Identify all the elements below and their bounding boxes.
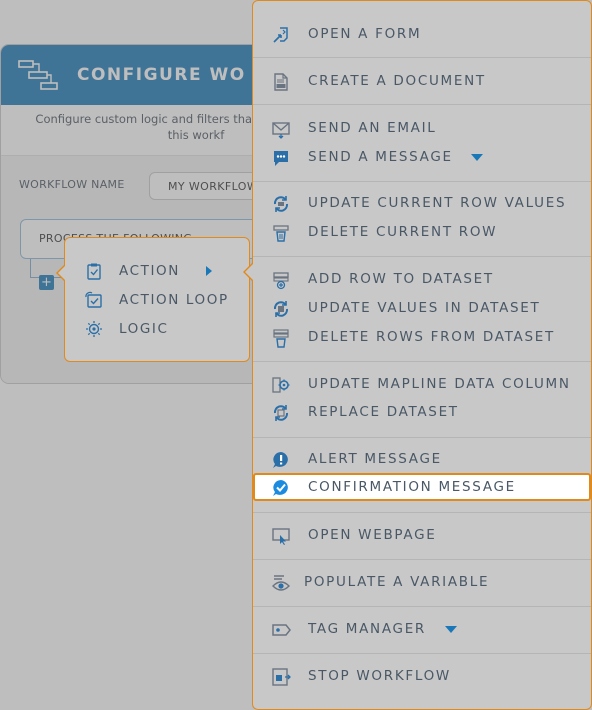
menu-item-delete-rows-from-dataset[interactable]: DELETE ROWS FROM DATASET [253, 324, 591, 350]
menu-divider [253, 181, 591, 182]
menu-divider [253, 653, 591, 654]
menu-item-open-a-form[interactable]: OPEN A FORM [253, 21, 591, 47]
form-icon [273, 27, 288, 43]
pdf-document-icon [274, 73, 288, 91]
menu-divider [253, 104, 591, 105]
add-row-icon [273, 272, 289, 290]
menu-item-label: CONFIRMATION MESSAGE [308, 479, 516, 495]
menu-item-replace-dataset[interactable]: REPLACE DATASET [253, 399, 591, 425]
delete-rows-icon [273, 329, 289, 348]
menu-item-update-mapline-data-column[interactable]: UPDATE MAPLINE DATA COLUMN [253, 371, 591, 397]
menu-divider [253, 361, 591, 362]
menu-item-send-a-message[interactable]: SEND A MESSAGE [253, 144, 591, 170]
add-step-popup: ACTION ACTION LOOP LOGIC [56, 237, 250, 362]
caret-right-icon [206, 266, 212, 276]
menu-item-label: OPEN A FORM [308, 26, 422, 42]
menu-item-delete-current-row[interactable]: DELETE CURRENT ROW [253, 219, 591, 245]
popup-item-label: LOGIC [119, 321, 169, 337]
menu-item-label: DELETE ROWS FROM DATASET [308, 329, 555, 345]
chevron-down-icon[interactable] [471, 154, 483, 161]
confirmation-icon [273, 480, 288, 496]
refresh-row-icon [273, 196, 289, 212]
chat-icon [274, 151, 288, 166]
column-gear-icon [272, 377, 290, 393]
delete-row-icon [273, 225, 289, 242]
replace-dataset-icon [273, 405, 289, 421]
menu-item-confirmation-message[interactable]: CONFIRMATION MESSAGE [253, 473, 591, 501]
stop-workflow-icon [272, 668, 291, 686]
menu-divider [253, 559, 591, 560]
action-menu: OPEN A FORM CREATE A DOCUMENT SEND AN EM… [243, 0, 592, 710]
menu-divider [253, 606, 591, 607]
refresh-dataset-icon [273, 301, 289, 317]
menu-item-label: POPULATE A VARIABLE [304, 574, 490, 590]
email-icon [272, 122, 290, 139]
menu-item-label: TAG MANAGER [308, 621, 426, 637]
menu-item-create-a-document[interactable]: CREATE A DOCUMENT [253, 68, 591, 94]
menu-item-label: SEND AN EMAIL [308, 120, 437, 136]
menu-divider [253, 256, 591, 257]
menu-divider [253, 57, 591, 58]
menu-item-label: DELETE CURRENT ROW [308, 224, 498, 240]
menu-item-label: UPDATE MAPLINE DATA COLUMN [308, 376, 571, 392]
menu-item-stop-workflow[interactable]: STOP WORKFLOW [253, 663, 591, 689]
menu-divider [253, 437, 591, 438]
tag-icon [272, 624, 291, 636]
clipboard-check-icon [87, 263, 101, 280]
webpage-icon [272, 528, 290, 545]
menu-item-add-row-to-dataset[interactable]: ADD ROW TO DATASET [253, 266, 591, 292]
menu-item-tag-manager[interactable]: TAG MANAGER [253, 616, 591, 642]
menu-item-label: ALERT MESSAGE [308, 451, 442, 467]
menu-item-label: OPEN WEBPAGE [308, 527, 437, 543]
menu-item-label: UPDATE CURRENT ROW VALUES [308, 195, 567, 211]
popup-item-label: ACTION [119, 263, 180, 279]
menu-divider [253, 512, 591, 513]
popup-item-logic[interactable]: LOGIC [85, 319, 169, 339]
menu-item-update-current-row-values[interactable]: UPDATE CURRENT ROW VALUES [253, 190, 591, 216]
menu-item-send-an-email[interactable]: SEND AN EMAIL [253, 115, 591, 141]
variable-eye-icon [272, 575, 290, 591]
menu-item-label: SEND A MESSAGE [308, 149, 453, 165]
menu-item-open-webpage[interactable]: OPEN WEBPAGE [253, 522, 591, 548]
menu-item-populate-a-variable[interactable]: POPULATE A VARIABLE [253, 569, 591, 595]
menu-item-label: STOP WORKFLOW [308, 668, 451, 684]
menu-item-update-values-in-dataset[interactable]: UPDATE VALUES IN DATASET [253, 295, 591, 321]
popup-item-action[interactable]: ACTION [85, 261, 212, 281]
menu-item-label: ADD ROW TO DATASET [308, 271, 494, 287]
menu-item-alert-message[interactable]: ALERT MESSAGE [253, 446, 591, 472]
popup-item-label: ACTION LOOP [119, 292, 229, 308]
menu-item-label: UPDATE VALUES IN DATASET [308, 300, 541, 316]
chevron-down-icon[interactable] [445, 626, 457, 633]
menu-item-label: REPLACE DATASET [308, 404, 459, 420]
popup-item-action-loop[interactable]: ACTION LOOP [85, 290, 229, 310]
alert-icon [273, 452, 288, 468]
logic-gear-icon [86, 321, 102, 337]
loop-check-icon [85, 291, 102, 308]
menu-item-label: CREATE A DOCUMENT [308, 73, 486, 89]
